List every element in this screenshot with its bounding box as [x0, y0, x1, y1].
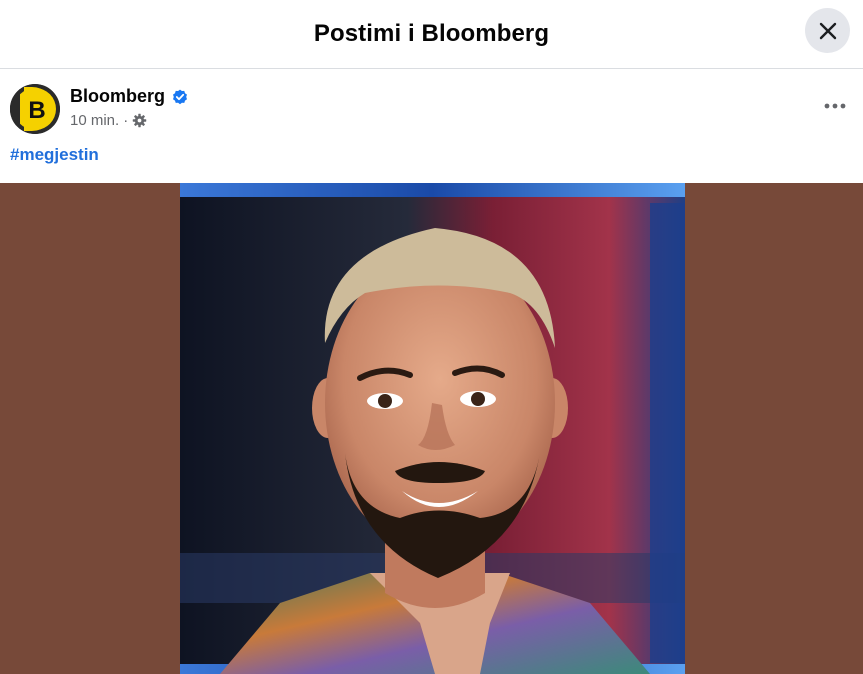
portrait-image	[180, 183, 685, 674]
verified-badge-icon	[173, 89, 188, 104]
dialog-header: Postimi i Bloomberg	[0, 0, 863, 69]
gear-icon	[132, 113, 147, 128]
bloomberg-logo-icon: B	[10, 84, 60, 134]
post-dialog: Postimi i Bloomberg B Bloomberg 10 min. …	[0, 0, 863, 674]
meta-separator: ·	[123, 112, 129, 129]
author-name[interactable]: Bloomberg	[70, 86, 165, 107]
post-media[interactable]	[0, 183, 863, 674]
more-options-icon	[824, 103, 846, 109]
author-row: Bloomberg	[70, 86, 188, 107]
avatar-letter: B	[28, 97, 45, 124]
post-photo[interactable]	[180, 183, 685, 674]
post-time[interactable]: 10 min.	[70, 112, 119, 129]
hashtag-link[interactable]: #megjestin	[10, 145, 99, 165]
dialog-title: Postimi i Bloomberg	[313, 20, 550, 47]
post-meta: 10 min. ·	[70, 112, 147, 129]
avatar[interactable]: B	[10, 84, 60, 134]
close-button[interactable]	[805, 8, 850, 53]
post-header: B Bloomberg 10 min. ·	[10, 84, 853, 134]
more-options-button[interactable]	[817, 94, 853, 118]
close-icon	[819, 22, 836, 39]
